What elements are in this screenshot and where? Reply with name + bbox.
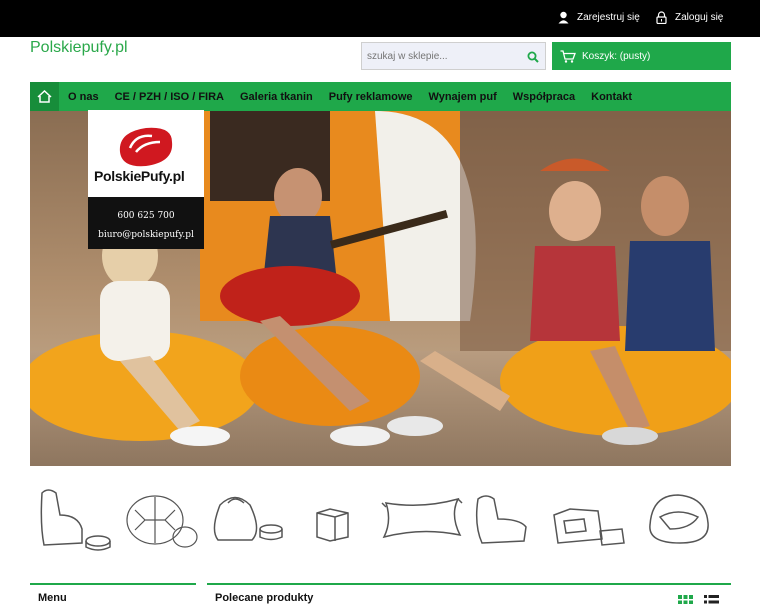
pillow-pouf-icon[interactable] <box>381 497 463 539</box>
home-icon <box>37 90 52 103</box>
menu-section-header: Menu <box>30 583 196 604</box>
cart-icon <box>560 49 576 63</box>
search-button[interactable] <box>527 50 539 68</box>
cart-label: Koszyk: (pusty) <box>582 50 651 62</box>
hero-logo: PolskiePufy.pl <box>88 110 204 197</box>
main-nav: O nas CE / PZH / ISO / FIRA Galeria tkan… <box>30 82 731 111</box>
nav-item-cooperation[interactable]: Współpraca <box>513 91 575 103</box>
product-shapes-row <box>30 485 731 555</box>
list-view-button[interactable] <box>704 591 719 609</box>
login-link[interactable]: Zaloguj się <box>656 11 723 24</box>
recommended-section-header: Polecane produkty <box>207 583 731 604</box>
cart-button[interactable]: Koszyk: (pusty) <box>552 42 731 70</box>
home-button[interactable] <box>30 82 59 111</box>
search-input[interactable] <box>362 50 512 62</box>
logo-text: PolskiePufy.pl <box>94 168 185 184</box>
search-icon <box>527 51 539 63</box>
register-link[interactable]: Zarejestruj się <box>558 11 640 24</box>
bean-chair-icon[interactable] <box>40 489 111 551</box>
grid-view-button[interactable] <box>678 591 693 609</box>
sofa-pouf-icon[interactable] <box>553 508 625 546</box>
menu-heading: Menu <box>38 592 67 604</box>
nav-item-promo-poufs[interactable]: Pufy reklamowe <box>329 91 413 103</box>
contact-box: 600 625 700 biuro@polskiepufy.pl <box>88 197 204 249</box>
contact-email[interactable]: biuro@polskiepufy.pl <box>88 230 204 240</box>
search-box <box>361 42 546 70</box>
round-chair-icon[interactable] <box>649 494 709 544</box>
pouf-logo-icon <box>119 127 173 167</box>
user-icon <box>558 11 569 24</box>
recommended-heading: Polecane produkty <box>215 592 314 604</box>
nav-item-contact[interactable]: Kontakt <box>591 91 632 103</box>
nav-item-about[interactable]: O nas <box>68 91 99 103</box>
site-brand[interactable]: Polskiepufy.pl <box>30 39 128 57</box>
login-label: Zaloguj się <box>675 12 724 23</box>
lounger-icon[interactable] <box>475 495 527 544</box>
nav-item-fabric-gallery[interactable]: Galeria tkanin <box>240 91 313 103</box>
lock-icon <box>656 11 667 24</box>
ball-pouf-icon[interactable] <box>126 495 198 548</box>
cube-pouf-icon[interactable] <box>316 508 349 542</box>
register-label: Zarejestruj się <box>577 12 640 23</box>
sack-pouf-icon[interactable] <box>213 496 283 541</box>
nav-item-certificates[interactable]: CE / PZH / ISO / FIRA <box>115 91 224 103</box>
top-bar: Zarejestruj się Zaloguj się <box>0 0 760 37</box>
nav-item-rental[interactable]: Wynajem puf <box>429 91 497 103</box>
contact-phone[interactable]: 600 625 700 <box>88 211 204 221</box>
